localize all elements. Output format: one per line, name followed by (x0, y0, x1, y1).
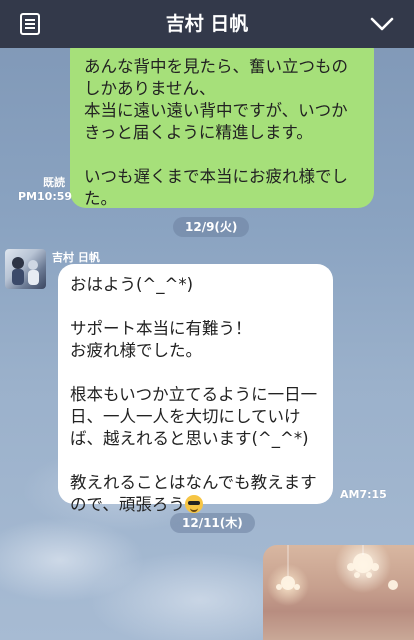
avatar-photo (12, 257, 39, 285)
smiling-face-with-sunglasses-icon (184, 495, 203, 513)
incoming-message-bubble[interactable]: おはよう(^_^*) サポート本当に有難う！ お疲れ様でした。 根本もいつか立て… (58, 264, 333, 514)
message-text: おはよう(^_^*) サポート本当に有難う！ お疲れ様でした。 根本もいつか立て… (70, 275, 318, 514)
avatar[interactable] (5, 249, 46, 289)
message-timestamp: PM10:59 (18, 190, 73, 203)
message-timestamp: AM7:15 (340, 488, 387, 501)
sender-name: 吉村 日帆 (52, 251, 100, 264)
date-separator: 12/11(木) (170, 513, 255, 533)
date-separator: 12/9(火) (173, 217, 250, 237)
photo-message[interactable] (263, 545, 414, 640)
chevron-down-icon[interactable] (370, 16, 394, 32)
chandelier-photo (276, 545, 398, 590)
chat-title: 吉村 日帆 (165, 13, 249, 35)
read-receipt: 既読 (43, 176, 65, 189)
chat-header: 吉村 日帆 (0, 0, 414, 48)
outgoing-message-bubble[interactable]: あんな背中を見たら、奮い立つものしかありません、 本当に遠い遠い背中ですが、いつ… (70, 34, 374, 208)
